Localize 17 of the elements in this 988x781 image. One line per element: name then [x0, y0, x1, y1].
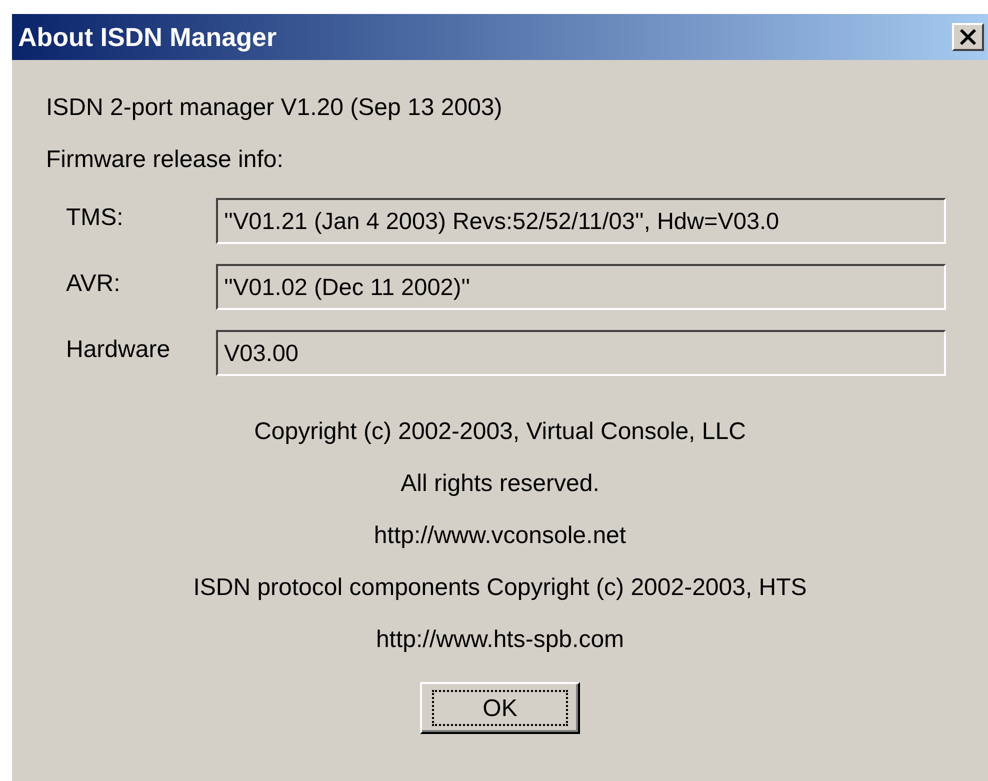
readonly-field[interactable]: ''V01.21 (Jan 4 2003) Revs:52/52/11/03'', Hdw=V03.0	[216, 198, 946, 244]
readonly-field[interactable]: ''V01.02 (Dec 11 2002)''	[216, 264, 946, 310]
credit-text: ISDN protocol components Copyright (c) 2002-2003, HTS	[193, 574, 807, 603]
field-label: Hardware	[66, 335, 172, 364]
version-text: ISDN 2-port manager V1.20 (Sep 13 2003)	[46, 94, 504, 123]
credit-text: http://www.vconsole.net	[374, 522, 626, 551]
credit-text: http://www.hts-spb.com	[376, 626, 624, 655]
field-label: AVR:	[66, 269, 122, 298]
close-button[interactable]	[952, 23, 984, 51]
firmware-heading: Firmware release info:	[46, 146, 284, 175]
window-title: About ISDN Manager	[18, 22, 277, 52]
readonly-field[interactable]: V03.00	[216, 330, 946, 376]
close-icon	[959, 28, 977, 46]
ok-button[interactable]: OK	[420, 682, 580, 734]
credit-text: Copyright (c) 2002-2003, Virtual Console, LLC	[254, 418, 746, 447]
credit-text: All rights reserved.	[400, 470, 600, 499]
field-label: TMS:	[66, 203, 124, 232]
